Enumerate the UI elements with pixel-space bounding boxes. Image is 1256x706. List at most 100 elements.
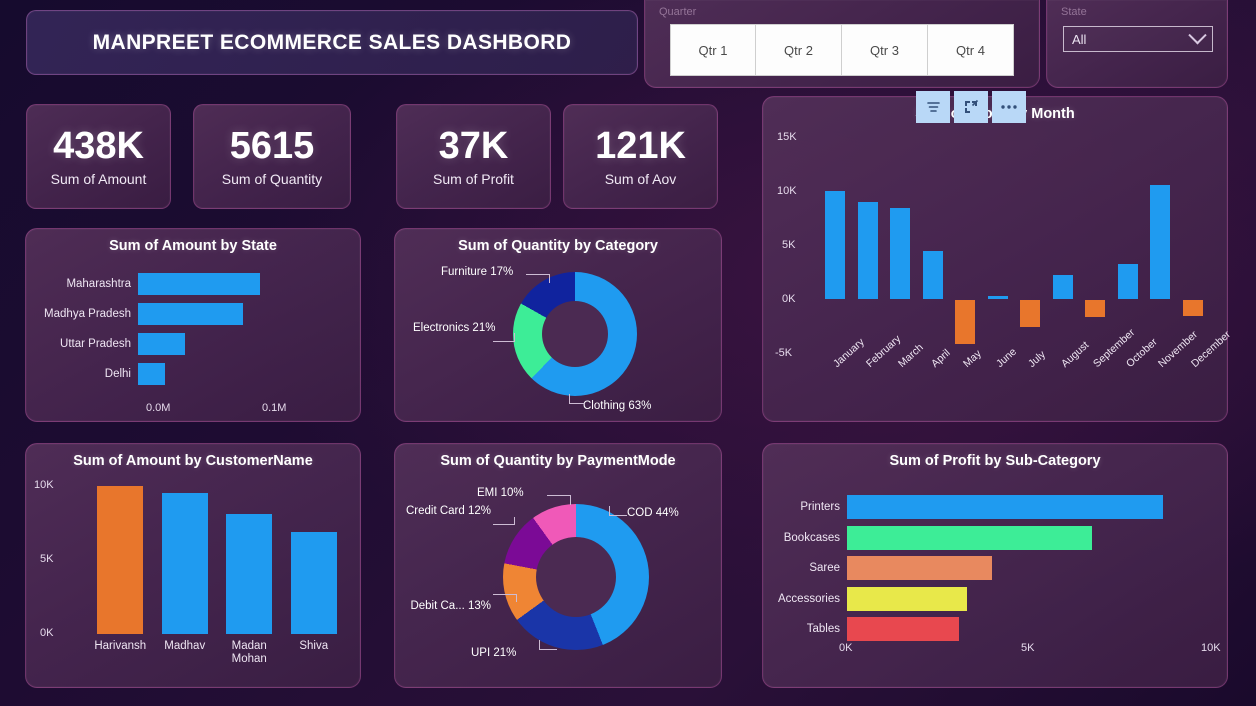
bar-row[interactable]: Bookcases xyxy=(784,525,1092,550)
chevron-down-icon xyxy=(1188,25,1207,44)
chart-quantity-by-paymentmode[interactable]: Sum of Quantity by PaymentMode EMI 10% C… xyxy=(394,443,722,688)
axis-tick-label: 10K xyxy=(1201,642,1221,654)
chart-amount-by-customername[interactable]: Sum of Amount by CustomerName Harivansh M… xyxy=(25,443,361,688)
quarter-option-qtr3[interactable]: Qtr 3 xyxy=(842,24,928,76)
donut-hole xyxy=(536,537,616,617)
axis-category-label: Shiva xyxy=(299,640,329,652)
donut-quantity-by-paymentmode[interactable] xyxy=(503,504,649,650)
bar-category-label: Delhi xyxy=(104,368,131,380)
axis-category-label: Madhav xyxy=(164,640,206,652)
kpi-card-profit[interactable]: 37K Sum of Profit xyxy=(396,104,551,209)
axis-tick-label: 15K xyxy=(777,131,797,143)
chart-profit-by-subcategory[interactable]: Sum of Profit by Sub-Category Printers Bo… xyxy=(762,443,1228,688)
bar-fill xyxy=(847,495,1164,519)
bar-month[interactable] xyxy=(1150,185,1171,300)
bar-month[interactable] xyxy=(987,296,1008,300)
leader-line-credit-card xyxy=(493,517,515,525)
kpi-card-amount[interactable]: 438K Sum of Amount xyxy=(26,104,171,209)
dashboard-canvas: MANPREET ECOMMERCE SALES DASHBORD Quarte… xyxy=(0,0,1256,706)
bar-row[interactable]: Maharashtra xyxy=(66,273,260,295)
bar-fill xyxy=(138,303,244,325)
bar-row[interactable]: Delhi xyxy=(105,363,166,385)
axis-tick-label: 0.0M xyxy=(146,402,171,414)
axis-tick-label: 0K xyxy=(782,293,796,305)
donut-quantity-by-category[interactable] xyxy=(513,272,637,396)
leader-line-cod xyxy=(609,506,627,516)
bar-row[interactable]: Accessories xyxy=(778,586,967,611)
bar-customer[interactable] xyxy=(226,514,273,634)
axis-tick-label: 0.1M xyxy=(262,402,287,414)
donut-slice-label-cod: COD 44% xyxy=(627,507,679,519)
donut-slice-label-debit-card: Debit Ca... 13% xyxy=(410,600,491,612)
bar-customer[interactable] xyxy=(161,493,208,634)
plot-area: January February March April May June July Augu… xyxy=(819,133,1233,370)
leader-line-electronics xyxy=(493,333,515,342)
quarter-button-row: Qtr 1 Qtr 2 Qtr 3 Qtr 4 xyxy=(670,24,1014,76)
bar-fill xyxy=(847,586,967,611)
state-slicer: State All xyxy=(1046,0,1228,88)
bar-month[interactable] xyxy=(922,250,943,300)
kpi-value: 438K xyxy=(53,124,144,167)
axis-category-label: April xyxy=(928,346,953,370)
plot-area: Maharashtra Madhya Pradesh Uttar Pradesh De… xyxy=(44,273,338,393)
bar-month[interactable] xyxy=(857,201,878,300)
bar-category-label: Tables xyxy=(806,623,840,635)
quarter-slicer: Quarter Qtr 1 Qtr 2 Qtr 3 Qtr 4 xyxy=(644,0,1040,88)
state-slicer-label: State xyxy=(1061,6,1087,18)
bar-category-label: Printers xyxy=(800,501,840,513)
donut-slice-label-emi: EMI 10% xyxy=(477,487,524,499)
kpi-caption: Sum of Amount xyxy=(50,170,147,187)
bar-category-label: Bookcases xyxy=(783,531,840,544)
donut-slice-label-upi: UPI 21% xyxy=(471,647,517,659)
bar-category-label: Saree xyxy=(809,562,840,574)
bar-month[interactable] xyxy=(1052,275,1073,300)
page-title: MANPREET ECOMMERCE SALES DASHBORD xyxy=(92,30,572,54)
quarter-option-qtr1[interactable]: Qtr 1 xyxy=(670,24,756,76)
kpi-value: 37K xyxy=(438,124,509,167)
more-options-icon[interactable] xyxy=(992,91,1026,123)
bar-month[interactable] xyxy=(1117,263,1138,300)
dashboard-title-banner: MANPREET ECOMMERCE SALES DASHBORD xyxy=(26,10,638,75)
bar-month[interactable] xyxy=(890,208,911,300)
focus-mode-icon[interactable] xyxy=(954,91,988,123)
bar-row[interactable]: Uttar Pradesh xyxy=(60,333,186,355)
chart-quantity-by-category[interactable]: Sum of Quantity by Category Furniture 17… xyxy=(394,228,722,422)
bar-row[interactable]: Madhya Pradesh xyxy=(44,303,244,325)
axis-category-label: February xyxy=(863,332,904,370)
leader-line-furniture xyxy=(526,274,550,283)
bar-customer[interactable] xyxy=(97,485,144,634)
axis-category-label: August xyxy=(1058,339,1092,370)
quarter-option-qtr2[interactable]: Qtr 2 xyxy=(756,24,842,76)
bar-month[interactable] xyxy=(825,190,846,300)
kpi-caption: Sum of Quantity xyxy=(221,170,323,187)
bar-row[interactable]: Tables xyxy=(807,617,960,641)
bar-month[interactable] xyxy=(1020,299,1041,328)
chart-title: Sum of Amount by State xyxy=(109,238,277,254)
bar-month[interactable] xyxy=(1085,299,1106,318)
bar-fill xyxy=(847,556,993,580)
bar-row[interactable]: Printers xyxy=(800,495,1164,519)
axis-category-label: July xyxy=(1026,348,1049,370)
bar-fill xyxy=(847,525,1092,550)
donut-slice-label-furniture: Furniture 17% xyxy=(441,266,514,278)
bar-month[interactable] xyxy=(1182,299,1203,317)
visual-hover-toolbar xyxy=(916,91,1026,123)
filter-icon[interactable] xyxy=(916,91,950,123)
chart-title: Sum of Profit by Sub-Category xyxy=(889,453,1101,469)
donut-hole xyxy=(542,301,608,367)
bar-month[interactable] xyxy=(955,299,976,344)
axis-tick-label: 10K xyxy=(777,185,797,197)
bar-row[interactable]: Saree xyxy=(809,556,993,580)
chart-profit-by-month[interactable]: Sum of Profit by Month JanuaryFebruaryMa… xyxy=(762,96,1233,422)
axis-category-label: Harivansh xyxy=(94,640,147,652)
quarter-option-qtr4[interactable]: Qtr 4 xyxy=(928,24,1014,76)
bar-customer[interactable] xyxy=(290,532,337,634)
donut-slice-label-clothing: Clothing 63% xyxy=(583,400,652,412)
kpi-card-quantity[interactable]: 5615 Sum of Quantity xyxy=(193,104,351,209)
chart-amount-by-state[interactable]: Sum of Amount by State Maharashtra Madhya… xyxy=(25,228,361,422)
kpi-caption: Sum of Profit xyxy=(433,170,514,187)
axis-tick-label: 10K xyxy=(34,479,54,491)
bar-fill xyxy=(138,273,260,295)
state-dropdown[interactable]: All xyxy=(1063,25,1213,52)
kpi-card-aov[interactable]: 121K Sum of Aov xyxy=(563,104,718,209)
